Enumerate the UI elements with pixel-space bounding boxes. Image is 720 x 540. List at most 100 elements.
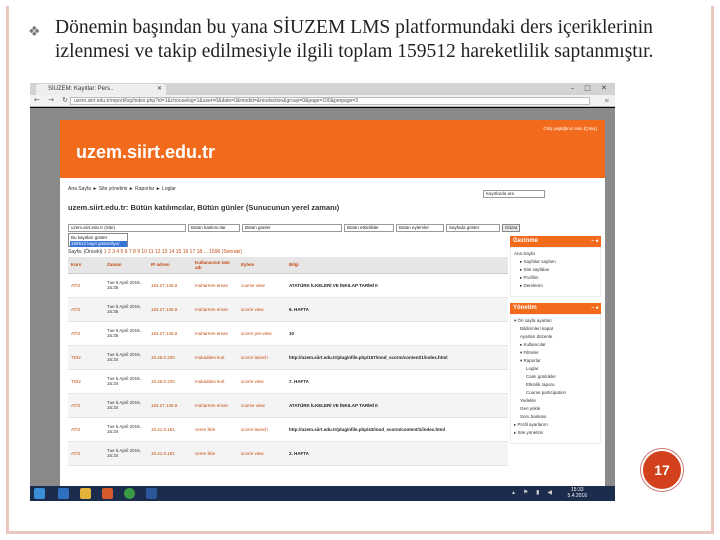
table-cell[interactable]: ATİ2 [68,297,104,322]
table-cell[interactable]: http://uzem.siirt.edu.tr/pluginfile.php/… [286,345,508,370]
table-cell[interactable]: mukaddes kurt [192,369,238,394]
block-controls-icon[interactable]: – ◂ [591,236,598,247]
sidebar-item[interactable]: ▸ Derslerim [514,282,597,290]
table-cell[interactable]: muharrem ersan [192,297,238,322]
column-header[interactable]: Kullanıcının tam adı [192,257,238,274]
sidebar-item[interactable]: Yedekle [514,397,597,405]
menu-icon[interactable]: ≡ [604,96,609,105]
system-tray[interactable]: ▴ ⚑ ▮ ◀ [512,489,555,496]
table-cell[interactable]: 10 [286,321,508,346]
column-header[interactable]: Eylem [238,257,286,274]
table-cell[interactable]: ATİ2 [68,393,104,418]
table-cell[interactable]: 9. HAFTA [286,297,508,322]
sidebar-item[interactable]: Etkinlik raporu [514,381,597,389]
table-cell[interactable]: 10.45.0.220 [148,369,192,394]
table-cell[interactable]: ATATÜRK İLKELERİ VE İNKILAP TARİHİ II [286,273,508,298]
sidebar-item[interactable]: Bildirimleri kapat [514,325,597,333]
window-controls[interactable]: – □ ✕ [571,84,611,92]
block-controls-icon[interactable]: – ◂ [591,303,598,314]
table-cell[interactable]: ATATÜRK İLKELERİ VE İNKILAP TARİHİ II [286,393,508,418]
column-header[interactable]: Bilgi [286,257,508,274]
sidebar-item[interactable]: Loglar [514,365,597,373]
table-cell[interactable]: ATİ2 [68,417,104,442]
table-cell[interactable]: ATİ2 [68,321,104,346]
table-cell[interactable]: scorm view [238,297,286,322]
sidebar-item[interactable]: ▸ Sayfalar sayfam [514,258,597,266]
sidebar-item[interactable]: Geri yükle [514,405,597,413]
table-cell[interactable]: TDİ2 [68,369,104,394]
browse-button[interactable]: Gözat [502,224,521,232]
sidebar-item[interactable]: ▾ Filtreler [514,349,597,357]
diamond-bullet-icon: ❖ [28,24,41,40]
table-cell[interactable]: scorm launch [238,417,286,442]
breadcrumb[interactable]: Ana Sayfa ► Site yönetimi ► Raporlar ► L… [68,186,176,192]
table-cell[interactable]: muharrem ersan [192,321,238,346]
sidebar-item[interactable]: ▾ Ön sayfa ayarları [514,317,597,325]
table-cell[interactable]: muharrem ersan [192,393,238,418]
table-cell[interactable]: ATİ2 [68,273,104,298]
sidebar-item[interactable]: ▸ Profilim [514,274,597,282]
sidebar-item[interactable]: Course participation [514,389,597,397]
table-cell[interactable]: scorm launch [238,345,286,370]
pager-prefix[interactable]: Sayfa: (Önceki) [68,249,102,255]
table-cell: Tue 5 April 2016, 15:34 [104,345,148,370]
search-input[interactable]: Kayıtlarda ara [483,190,545,198]
participant-select[interactable]: Bütün katılımcılar [188,224,240,232]
column-header[interactable]: IP adresi [148,257,192,274]
table-cell[interactable]: ATİ2 [68,441,104,466]
pager-next[interactable]: (Sonraki) [222,249,242,255]
action-select[interactable]: Bütün eylemler [396,224,444,232]
sidebar-item[interactable]: Ana Sayfa [514,250,597,258]
course-select[interactable]: uzem.siirt.edu.tr (Site) [68,224,186,232]
sidebar-item[interactable]: Ayarları düzenle [514,333,597,341]
navigation-buttons[interactable]: ← → ↻ [34,96,71,104]
url-input[interactable]: uzem.siirt.edu.tr/report/log/index.php?i… [70,97,590,105]
table-cell[interactable]: http://uzem.siirt.edu.tr/pluginfile.php/… [286,417,508,442]
pager-pages[interactable]: 1 2 3 4 5 6 7 8 9 10 11 12 13 14 15 16 1… [104,249,220,255]
table-cell[interactable]: 2. HAFTA [286,441,508,466]
table-cell[interactable]: 194.27.145.9 [148,297,192,322]
table-cell[interactable]: TDİ2 [68,345,104,370]
site-title[interactable]: uzem.siirt.edu.tr [76,142,215,163]
word-icon[interactable] [146,488,157,499]
table-cell[interactable]: 194.27.145.9 [148,321,192,346]
browser-tab[interactable]: SİUZEM: Kayıtlar: Pers.. ✕ [36,84,166,95]
table-cell[interactable]: course view [238,393,286,418]
internet-explorer-icon[interactable] [58,488,69,499]
sidebar-item[interactable]: ▸ Profil ayarlarım [514,421,597,429]
table-cell[interactable]: 10.41.0.191 [148,441,192,466]
table-cell[interactable]: scorm view [238,441,286,466]
file-explorer-icon[interactable] [80,488,91,499]
day-select[interactable]: Bütün günler [242,224,342,232]
table-cell[interactable]: muharrem ersan [192,273,238,298]
dropdown-option-selected[interactable]: 159512 kayıt gösteriliyor [70,241,127,247]
start-icon[interactable] [34,488,45,499]
table-cell[interactable]: scorm pre-view [238,321,286,346]
table-cell[interactable]: ceren ilkin [192,417,238,442]
taskbar-clock[interactable]: 15:33 5.4.2016 [568,487,587,499]
sidebar-item[interactable]: ▸ Kullanıcılar [514,341,597,349]
column-header[interactable]: Zaman [104,257,148,274]
activity-select[interactable]: Bütün etkinlikler [344,224,394,232]
table-cell[interactable]: 194.27.145.9 [148,393,192,418]
display-select[interactable]: Sayfada göster [446,224,500,232]
table-cell[interactable]: mukaddes kurt [192,345,238,370]
column-header[interactable]: Kurs [68,257,104,274]
sidebar-item[interactable]: Soru bankası [514,413,597,421]
table-cell[interactable]: scorm view [238,369,286,394]
embedded-screenshot: SİUZEM: Kayıtlar: Pers.. ✕ – □ ✕ ← → ↻ u… [30,83,615,501]
sidebar-item[interactable]: ▸ Site yönetimi [514,429,597,437]
firefox-icon[interactable] [102,488,113,499]
table-cell[interactable]: ceren ilkin [192,441,238,466]
sidebar-item[interactable]: Canlı günlükler [514,373,597,381]
table-cell[interactable]: course view [238,273,286,298]
close-tab-icon[interactable]: ✕ [157,84,162,95]
chrome-icon[interactable] [124,488,135,499]
login-info[interactable]: Giriş yaptığınız isim (Çıkış) [543,126,597,131]
sidebar-item[interactable]: ▾ Raporlar [514,357,597,365]
sidebar-item[interactable]: ▸ Site sayfaları [514,266,597,274]
table-cell[interactable]: 194.27.145.9 [148,273,192,298]
table-cell[interactable]: 10.45.0.220 [148,345,192,370]
table-cell[interactable]: 7. HAFTA [286,369,508,394]
table-cell[interactable]: 10.41.0.191 [148,417,192,442]
